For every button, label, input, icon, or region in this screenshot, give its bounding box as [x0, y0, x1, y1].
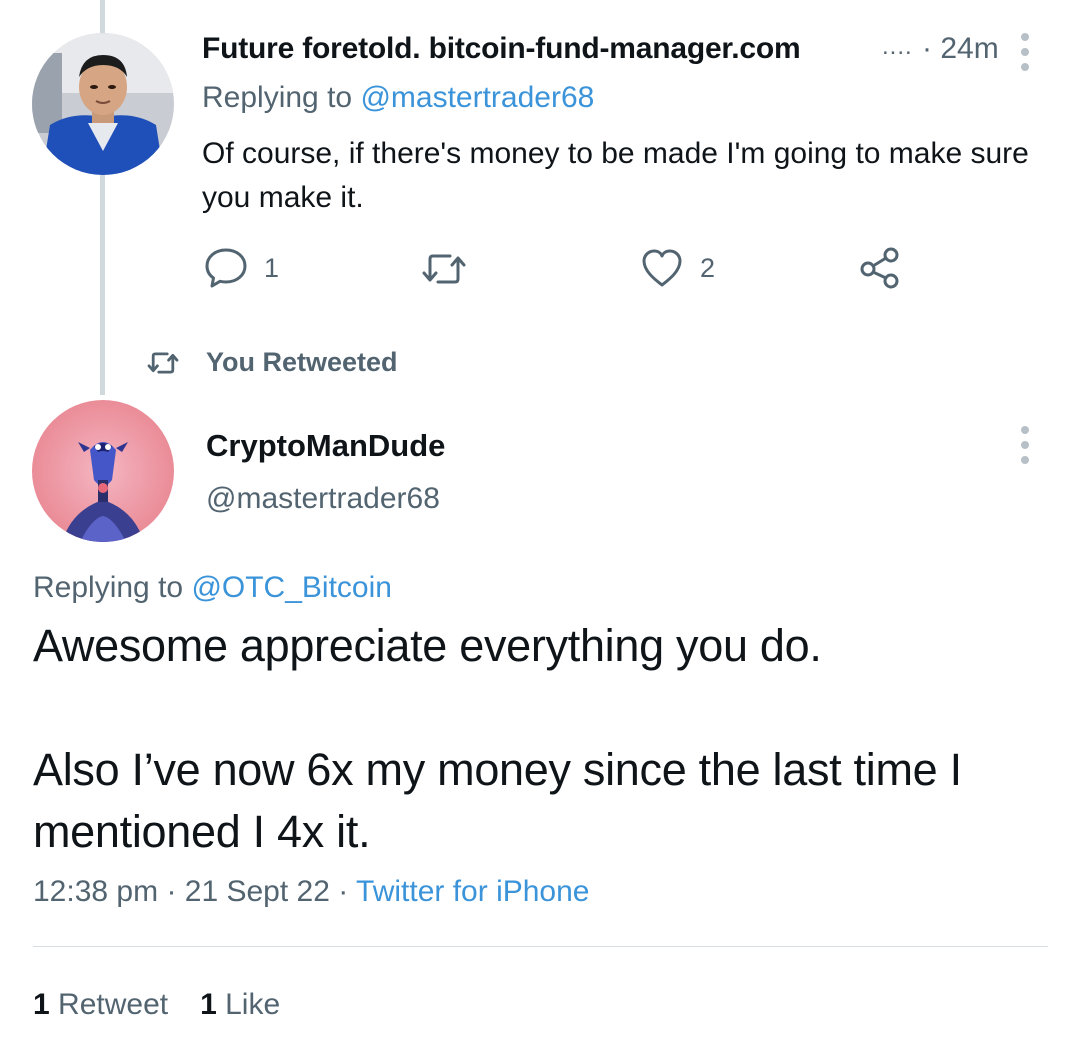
tweet-source-link[interactable]: Twitter for iPhone: [356, 875, 589, 908]
like-button[interactable]: 2: [640, 247, 715, 289]
meta-separator: ·: [166, 875, 177, 908]
main-author-name[interactable]: CryptoManDude: [206, 428, 445, 464]
retweet-count: 1: [33, 988, 50, 1021]
mention-link[interactable]: @OTC_Bitcoin: [191, 571, 392, 604]
reply-button[interactable]: 1: [204, 247, 279, 289]
main-author-avatar[interactable]: [32, 400, 174, 542]
more-options-icon[interactable]: [1019, 33, 1031, 71]
more-options-icon[interactable]: [1019, 426, 1031, 464]
mention-link[interactable]: @mastertrader68: [360, 81, 594, 114]
retweets-stat[interactable]: 1 Retweet: [33, 988, 168, 1022]
replying-to-label: Replying to: [202, 81, 353, 114]
reply-author-name[interactable]: Future foretold. bitcoin-fund-manager.co…: [202, 32, 801, 66]
reply-timestamp[interactable]: · 24m: [922, 32, 999, 66]
retweet-button[interactable]: [420, 249, 468, 289]
comment-icon: [205, 248, 247, 288]
replying-to-label: Replying to: [33, 571, 184, 604]
tweet-date[interactable]: 21 Sept 22: [185, 875, 330, 908]
share-icon: [860, 247, 899, 289]
like-count: 1: [200, 988, 217, 1021]
meta-separator: ·: [338, 875, 349, 908]
tweet-time[interactable]: 12:38 pm: [33, 875, 158, 908]
share-button[interactable]: [859, 246, 903, 290]
divider: [33, 946, 1048, 947]
retweet-label: Retweet: [58, 988, 169, 1021]
main-tweet-text: Awesome appreciate everything you do. Al…: [33, 615, 1053, 863]
retweet-icon: [422, 254, 466, 284]
heart-icon: [642, 249, 682, 287]
name-truncation: ....: [882, 33, 913, 60]
tweet-metadata: 12:38 pm · 21 Sept 22 · Twitter for iPho…: [33, 875, 589, 909]
like-count: 2: [700, 252, 716, 283]
reply-tweet-text: Of course, if there's money to be made I…: [202, 137, 1029, 214]
like-label: Like: [225, 988, 281, 1021]
reply-count: 1: [264, 252, 280, 283]
tweet-paragraph: Awesome appreciate everything you do.: [33, 620, 822, 671]
retweet-context-icon: [145, 349, 181, 382]
reply-author-avatar[interactable]: [32, 33, 174, 175]
main-author-handle[interactable]: @mastertrader68: [206, 482, 440, 516]
likes-stat[interactable]: 1 Like: [200, 988, 280, 1022]
replying-to-line: Replying to @mastertrader68: [202, 81, 594, 115]
engagement-stats: 1 Retweet 1 Like: [33, 988, 280, 1022]
replying-to-line: Replying to @OTC_Bitcoin: [33, 571, 392, 605]
tweet-paragraph: Also I’ve now 6x my money since the last…: [33, 744, 962, 857]
retweet-context-label[interactable]: You Retweeted: [206, 347, 398, 378]
